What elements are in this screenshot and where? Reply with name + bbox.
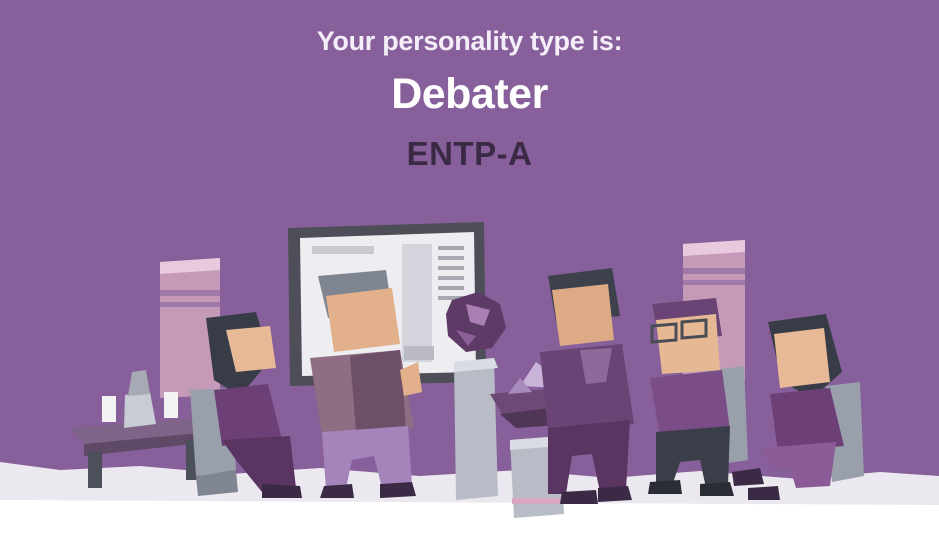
woman-seated-right [732,314,864,500]
man-thinking [540,268,634,504]
cup-icon [102,396,116,422]
jug-icon [124,392,156,428]
group-illustration [70,222,864,518]
pedestal [454,358,498,500]
personality-result-banner: Your personality type is: Debater ENTP-A [0,0,939,537]
